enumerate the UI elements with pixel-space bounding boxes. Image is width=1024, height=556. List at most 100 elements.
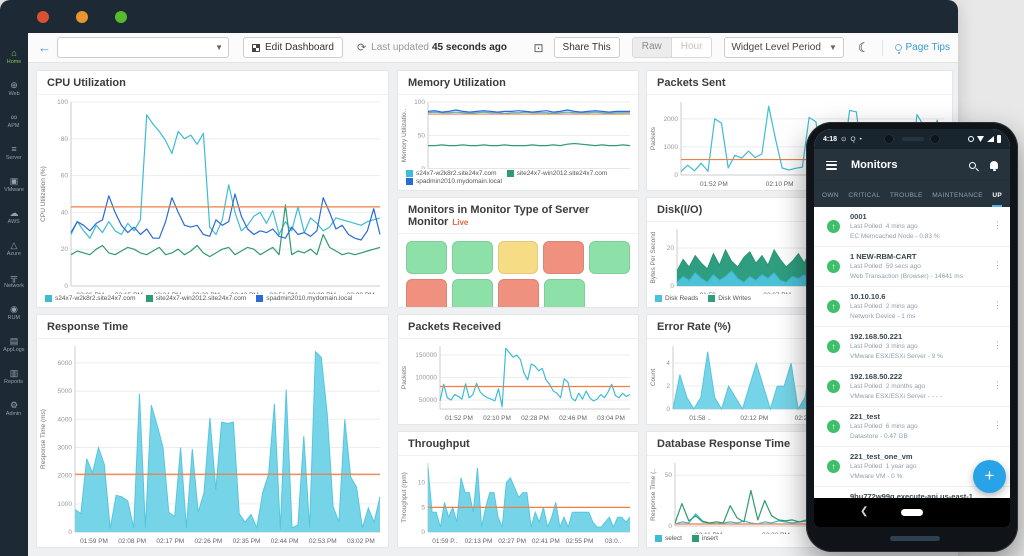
refresh-icon[interactable]: ⟳ — [357, 41, 366, 54]
sidebar-item-label: AWS — [8, 219, 20, 225]
legend-item[interactable]: spadmin2010.mydomain.local — [256, 295, 352, 302]
share-this-button[interactable]: Share This — [554, 37, 620, 58]
monitor-tile-trouble[interactable] — [498, 241, 539, 274]
sidebar-item-applogs[interactable]: ▤ AppLogs — [0, 329, 28, 361]
sidebar-item-label: Azure — [7, 251, 21, 257]
svg-text:0: 0 — [421, 529, 425, 536]
monitor-last-polled: Last Polled 3 mins ago — [850, 342, 994, 352]
dashboard-select[interactable]: ▼ — [57, 37, 229, 58]
legend-item[interactable]: spadmin2010.mydomain.local — [406, 178, 502, 185]
monitor-tile-critical[interactable] — [406, 279, 447, 307]
kebab-menu-icon[interactable]: ⋮ — [993, 340, 1002, 351]
svg-text:60: 60 — [61, 173, 69, 180]
sidebar-item-server[interactable]: ≡ Server — [0, 137, 28, 169]
monitor-tile-up[interactable] — [544, 279, 585, 307]
sidebar-item-network[interactable]: ╦ Network — [0, 265, 28, 297]
legend-item[interactable]: insert — [692, 535, 718, 542]
monitor-info: Network Device - 1 ms — [850, 312, 994, 322]
hamburger-menu-icon[interactable] — [826, 161, 837, 170]
search-icon[interactable] — [969, 162, 976, 169]
cpu-utilization-chart[interactable]: 020406080100CPU Utilization (%)02:06 PM0… — [37, 95, 388, 294]
sidebar-item-label: Server — [6, 155, 22, 161]
legend-item[interactable]: select — [655, 535, 682, 542]
phone-tab-up[interactable]: UP — [992, 192, 1002, 207]
sidebar-item-rum[interactable]: ◉ RUM — [0, 297, 28, 329]
monitor-list-item[interactable]: ↑ 0001 Last Polled 4 mins ago EC Memcach… — [814, 207, 1010, 247]
kebab-menu-icon[interactable]: ⋮ — [993, 380, 1002, 391]
monitor-tile-up[interactable] — [589, 241, 630, 274]
sidebar-item-home[interactable]: ⌂ Home — [0, 41, 28, 73]
raw-toggle[interactable]: Raw — [633, 38, 672, 57]
bell-icon[interactable] — [990, 161, 998, 169]
sidebar-item-vmware[interactable]: ▣ VMware — [0, 169, 28, 201]
close-window-button[interactable] — [37, 11, 49, 23]
monitor-last-polled: Last Polled 4 mins ago — [850, 222, 994, 232]
svg-text:01:58 ..: 01:58 .. — [689, 415, 711, 422]
phone-monitor-list: ↑ 0001 Last Polled 4 mins ago EC Memcach… — [814, 207, 1010, 498]
svg-text:02:11 PM: 02:11 PM — [695, 532, 722, 534]
legend-item[interactable]: Disk Writes — [708, 295, 751, 302]
monitor-tile-critical[interactable] — [543, 241, 584, 274]
sidebar-item-label: VMware — [4, 187, 24, 193]
phone-tab-trouble[interactable]: TROUBLE — [890, 192, 923, 207]
svg-text:0: 0 — [674, 172, 678, 179]
add-monitor-fab[interactable]: + — [973, 460, 1006, 493]
monitor-info: Datastore - 0.47 GB — [850, 432, 994, 442]
kebab-menu-icon[interactable]: ⋮ — [993, 420, 1002, 431]
throughput-chart[interactable]: 0510Throughput (rpm)01:59 P..02:13 PM02:… — [398, 456, 638, 547]
kebab-menu-icon[interactable]: ⋮ — [993, 260, 1002, 271]
monitor-list-item[interactable]: ↑ 10.10.10.6 Last Polled 2 mins ago Netw… — [814, 287, 1010, 327]
cell-signal-icon — [987, 136, 994, 142]
widget-level-period-select[interactable]: Widget Level Period ▼ — [724, 37, 843, 58]
sidebar-item-apm[interactable]: ∞ APM — [0, 105, 28, 137]
phone-tab-critical[interactable]: CRITICAL — [848, 192, 880, 207]
android-home-button[interactable] — [901, 509, 923, 516]
monitor-list-item[interactable]: ↑ 221_test Last Polled 6 mins ago Datast… — [814, 407, 1010, 447]
sidebar-item-aws[interactable]: ☁ AWS — [0, 201, 28, 233]
kebab-menu-icon[interactable]: ⋮ — [993, 220, 1002, 231]
svg-text:03:00 PM: 03:00 PM — [308, 292, 336, 294]
monitor-tile-up[interactable] — [452, 279, 493, 307]
legend-item[interactable]: site24x7-win2012.site24x7.com — [507, 170, 608, 177]
svg-text:01:52 PM: 01:52 PM — [700, 181, 728, 188]
edit-dashboard-button[interactable]: Edit Dashboard — [243, 37, 343, 58]
monitor-list-item[interactable]: ↑ 1 NEW-RBM-CART Last Polled 59 secs ago… — [814, 247, 1010, 287]
response-time-chart[interactable]: 0100020003000400050006000Response Time (… — [37, 339, 388, 547]
maximize-window-button[interactable] — [115, 11, 127, 23]
legend-item[interactable]: site24x7-win2012.site24x7.com — [146, 295, 247, 302]
hour-toggle[interactable]: Hour — [672, 38, 712, 57]
memory-utilization-chart[interactable]: 050100Memory Utilizatio..02:06 PM02:21 P… — [398, 95, 638, 169]
monitor-tile-critical[interactable] — [498, 279, 539, 307]
monitor-tile-up[interactable] — [452, 241, 493, 274]
kebab-menu-icon[interactable]: ⋮ — [993, 300, 1002, 311]
chart-legend: s24x7-w2k8r2.site24x7.com site24x7-win201… — [37, 294, 388, 307]
sidebar-item-web[interactable]: ⊕ Web — [0, 73, 28, 105]
svg-text:6000: 6000 — [58, 360, 73, 367]
monitor-info: VMware ESX/ESXi Server - 9 % — [850, 352, 994, 362]
monitors-card-title: Monitors in Monitor Type of Server Monit… — [408, 204, 589, 228]
dashboard-toolbar: ← ▼ Edit Dashboard ⟳ Last updated 45 sec… — [28, 33, 958, 63]
monitor-list-item[interactable]: ↑ 192.168.50.221 Last Polled 3 mins ago … — [814, 327, 1010, 367]
app-notification-icon: Q — [850, 136, 855, 143]
legend-item[interactable]: Disk Reads — [655, 295, 698, 302]
legend-item[interactable]: s24x7-w2k8r2.site24x7.com — [45, 295, 136, 302]
back-arrow-icon[interactable]: ← — [38, 40, 51, 55]
svg-text:80: 80 — [61, 136, 69, 143]
sidebar-item-admin[interactable]: ⚙ Admin — [0, 393, 28, 425]
svg-text:02:08 PM: 02:08 PM — [118, 538, 146, 545]
phone-tab-maintenance[interactable]: MAINTENANCE — [932, 192, 983, 207]
sidebar-item-azure[interactable]: △ Azure — [0, 233, 28, 265]
legend-item[interactable]: s24x7-w2k8r2.site24x7.com — [406, 170, 497, 177]
page-tips-link[interactable]: Page Tips — [895, 42, 950, 53]
monitor-tile-up[interactable] — [406, 241, 447, 274]
packets-received-chart[interactable]: 50000100000150000Packets01:52 PM02:10 PM… — [398, 339, 638, 424]
android-back-button[interactable]: ❮ — [860, 506, 868, 517]
sidebar-item-reports[interactable]: ▥ Reports — [0, 361, 28, 393]
monitor-list-item[interactable]: ↑ 192.168.50.222 Last Polled 2 months ag… — [814, 367, 1010, 407]
display-share-icon[interactable]: ⊡ — [533, 41, 543, 55]
phone-tab-own[interactable]: OWN — [822, 192, 839, 207]
minimize-window-button[interactable] — [76, 11, 88, 23]
legend-swatch — [256, 295, 263, 302]
card-title: Response Time — [37, 315, 388, 339]
dark-mode-moon-icon[interactable]: ☾ — [858, 40, 870, 56]
